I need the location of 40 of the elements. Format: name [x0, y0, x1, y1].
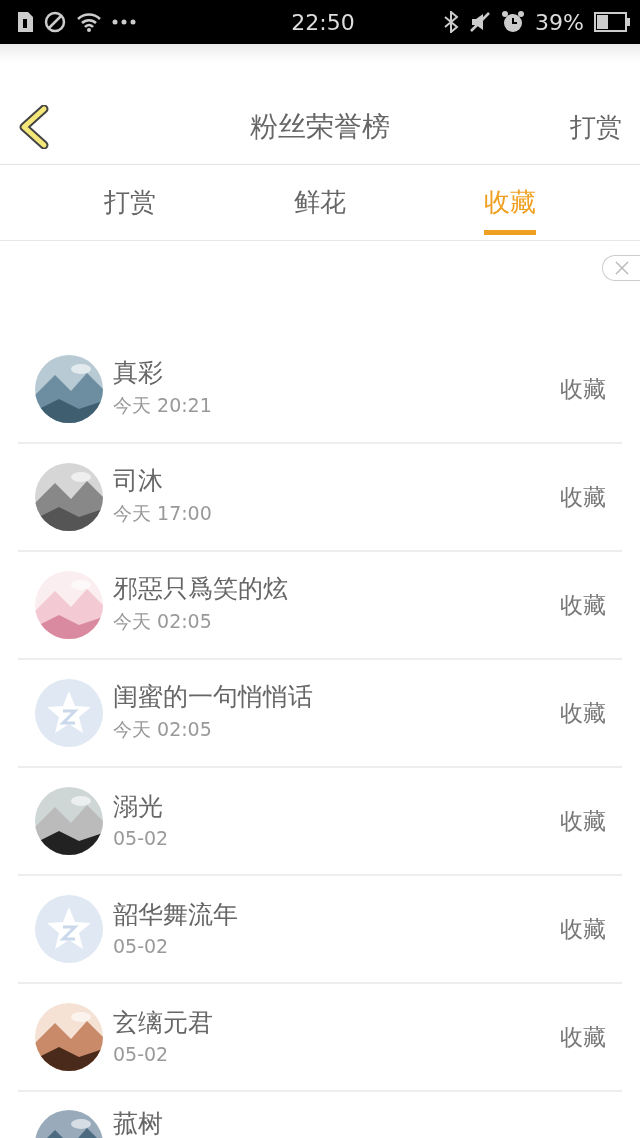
favorite-button[interactable]: 收藏 [560, 913, 622, 945]
favorite-button[interactable]: 收藏 [560, 481, 622, 513]
sim-icon [16, 11, 34, 33]
favorite-button[interactable]: 收藏 [560, 373, 622, 405]
back-icon[interactable] [18, 105, 50, 149]
favorite-button[interactable]: 收藏 [560, 805, 622, 837]
battery-icon [594, 12, 630, 32]
fan-time: 今天 02:05 [113, 609, 213, 634]
default-avatar-icon [35, 679, 103, 747]
fan-name: 邪惡只爲笑的炫 [113, 575, 289, 603]
block-icon [44, 11, 66, 33]
fan-name: 真彩 [113, 359, 164, 387]
favorite-button[interactable]: 收藏 [560, 697, 622, 729]
close-icon [614, 261, 629, 275]
favorite-button[interactable]: 收藏 [560, 589, 622, 621]
fan-name: 韶华舞流年 [113, 901, 239, 929]
fan-time: 05-02 [113, 1043, 170, 1065]
fan-name: 溺光 [113, 793, 164, 821]
fan-time: 今天 02:05 [113, 717, 213, 742]
status-time: 22:50 [291, 9, 355, 35]
favorite-button[interactable]: 收藏 [560, 1021, 622, 1053]
mute-icon [469, 11, 492, 33]
page-title: 粉丝荣誉榜 [250, 109, 390, 145]
default-avatar-icon [35, 895, 103, 963]
fan-time: 05-02 [113, 935, 170, 957]
wifi-icon [76, 11, 102, 33]
fan-name: 司沐 [113, 467, 164, 495]
reward-button[interactable]: 打赏 [570, 109, 622, 145]
fan-time: 今天 20:21 [113, 393, 213, 418]
tab[interactable]: 打赏 [35, 165, 225, 240]
bluetooth-icon [443, 11, 460, 33]
fan-time: 05-02 [113, 827, 170, 849]
fan-name: 菰树 [113, 1110, 164, 1138]
more-icon [112, 19, 136, 25]
alarm-icon [501, 10, 526, 34]
fan-name: 玄缡元君 [113, 1009, 214, 1037]
fan-name: 闺蜜的一句悄悄话 [113, 683, 314, 711]
tab[interactable]: 鲜花 [225, 165, 415, 240]
battery-percent: 39% [535, 9, 584, 35]
fan-time: 今天 17:00 [113, 501, 213, 526]
